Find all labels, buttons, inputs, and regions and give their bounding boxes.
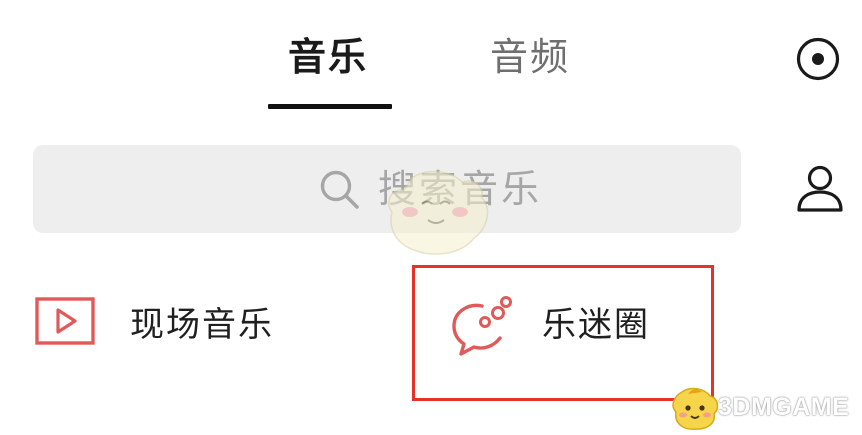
profile-icon [797,165,843,212]
brand-text: 3DMGAME [718,393,850,421]
live-music-entry[interactable]: 现场音乐 [34,292,334,362]
watermark-brand: 3DMGAME [668,384,858,432]
search-placeholder: 搜索音乐 [378,167,543,211]
brand-mascot-icon [672,387,719,430]
tab-music[interactable]: 音乐 [288,30,368,84]
active-tab-indicator [268,104,392,109]
fan-circle-entry[interactable]: 乐迷圈 [446,292,696,362]
tab-audio[interactable]: 音频 [490,30,570,84]
search-icon [320,170,359,209]
live-music-label: 现场音乐 [130,305,274,345]
radio-button[interactable] [796,37,840,81]
radio-icon [796,37,840,81]
profile-button[interactable] [794,163,846,215]
fan-circle-label: 乐迷圈 [542,305,650,345]
chat-bubbles-icon [452,296,512,356]
play-video-icon [35,297,95,345]
search-bar[interactable]: 搜索音乐 [33,145,741,233]
